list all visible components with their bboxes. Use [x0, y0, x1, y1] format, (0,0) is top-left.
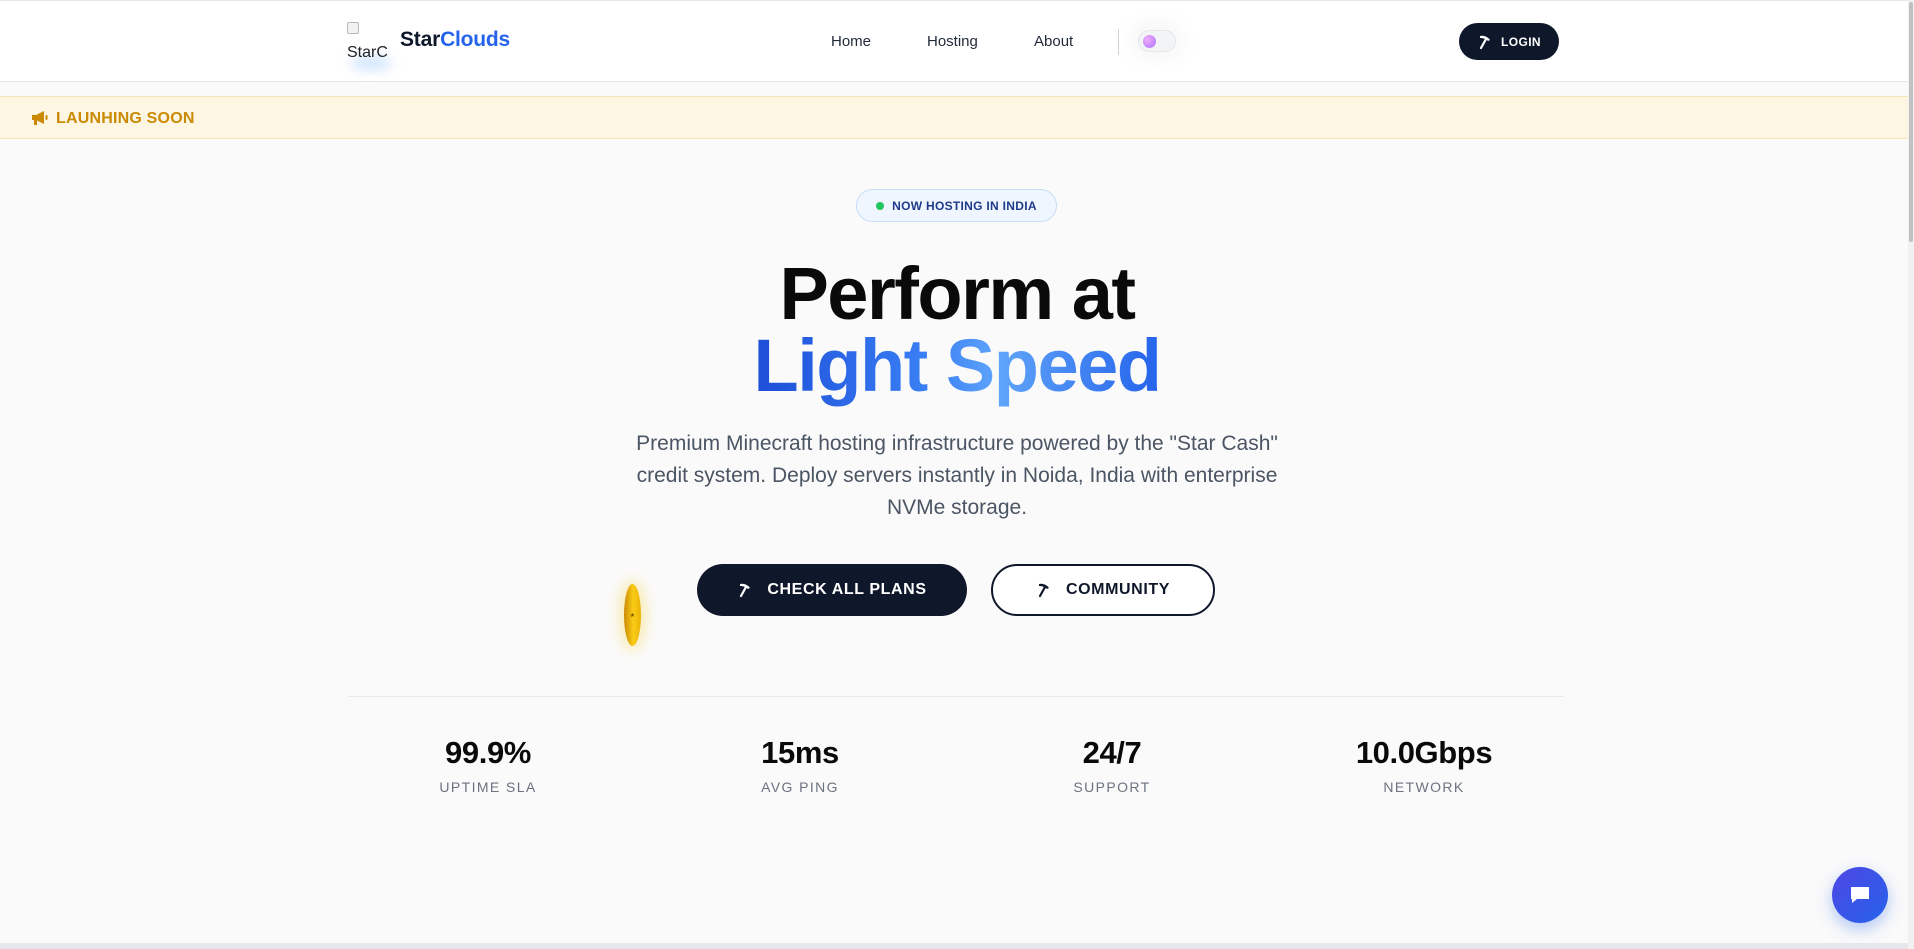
star-cash-coin: ★: [624, 584, 641, 646]
login-label: LOGIN: [1501, 34, 1541, 49]
status-dot-icon: [876, 201, 885, 210]
stat-label: UPTIME SLA: [439, 779, 537, 795]
nav-home-link[interactable]: Home: [831, 33, 871, 50]
logo-image[interactable]: StarC: [347, 22, 389, 64]
footer-edge: [0, 943, 1914, 949]
announcement-bar: LAUNHING SOON: [0, 96, 1914, 139]
toggle-knob: [1143, 35, 1156, 48]
pickaxe-icon: [1038, 583, 1049, 598]
nav-hosting-link[interactable]: Hosting: [927, 33, 978, 50]
stat-value: 15ms: [761, 735, 839, 770]
hosting-badge-text: NOW HOSTING IN INDIA: [892, 198, 1037, 213]
stat-value: 99.9%: [445, 735, 531, 770]
community-button[interactable]: COMMUNITY: [991, 564, 1215, 616]
stat-label: AVG PING: [761, 779, 839, 795]
login-button[interactable]: LOGIN: [1459, 23, 1559, 60]
scrollbar-thumb[interactable]: [1909, 2, 1913, 242]
top-navbar: StarC StarClouds Home Hosting About LOGI…: [0, 0, 1914, 82]
pickaxe-icon: [1479, 35, 1490, 49]
hero-description: Premium Minecraft hosting infrastructure…: [636, 432, 1278, 519]
hero-title-line2: Light Speed: [0, 326, 1914, 406]
stats-divider: [348, 696, 1564, 697]
hero-title-gradient-text: Light Speed: [753, 324, 1162, 407]
nav-about-link[interactable]: About: [1034, 33, 1073, 50]
page: StarC StarClouds Home Hosting About LOGI…: [0, 0, 1914, 949]
stat-ping: 15ms AVG PING: [690, 735, 910, 795]
chat-button[interactable]: [1832, 867, 1888, 923]
stat-value: 24/7: [1082, 735, 1142, 770]
pickaxe-icon: [740, 583, 751, 598]
announcement-text: LAUNHING SOON: [56, 110, 195, 127]
megaphone-icon: [32, 111, 48, 125]
hosting-badge: NOW HOSTING IN INDIA: [856, 189, 1057, 222]
stat-support: 24/7 SUPPORT: [1002, 735, 1222, 795]
stat-label: NETWORK: [1383, 779, 1465, 795]
broken-image-icon: [347, 22, 359, 34]
logo-alt-text: StarC: [347, 43, 388, 61]
stat-value: 10.0Gbps: [1355, 735, 1493, 770]
stat-uptime: 99.9% UPTIME SLA: [378, 735, 598, 795]
brand-name-part1: Star: [400, 28, 441, 51]
check-all-plans-button[interactable]: CHECK ALL PLANS: [697, 564, 967, 616]
stat-network: 10.0Gbps NETWORK: [1314, 735, 1534, 795]
community-label: COMMUNITY: [1065, 581, 1171, 598]
chat-bubble-icon: [1851, 887, 1869, 903]
hero-title-line1: Perform at: [779, 252, 1136, 335]
check-all-plans-label: CHECK ALL PLANS: [767, 581, 927, 598]
brand-name[interactable]: StarClouds: [400, 28, 510, 52]
stat-label: SUPPORT: [1073, 779, 1151, 795]
brand-name-part2: Clouds: [440, 28, 511, 51]
nav-divider: [1118, 29, 1119, 55]
theme-toggle[interactable]: [1138, 30, 1176, 52]
